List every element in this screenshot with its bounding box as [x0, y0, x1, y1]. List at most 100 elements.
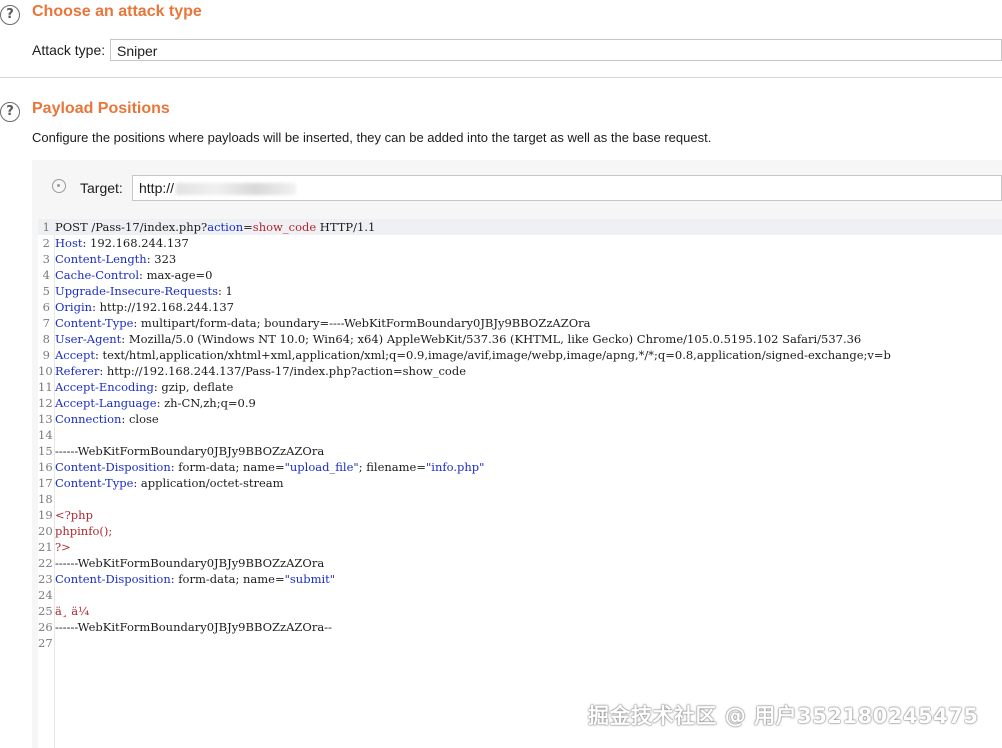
- request-line[interactable]: 18: [38, 491, 1002, 507]
- line-number: 13: [38, 412, 53, 426]
- request-token: Referer: [55, 364, 100, 378]
- request-line[interactable]: 9 Accept: text/html,application/xhtml+xml…: [38, 347, 1002, 363]
- request-line[interactable]: 21 ?>: [38, 539, 1002, 555]
- request-line[interactable]: 7 Content-Type: multipart/form-data; boun…: [38, 315, 1002, 331]
- request-line[interactable]: 13 Connection: close: [38, 411, 1002, 427]
- request-line[interactable]: 27: [38, 635, 1002, 651]
- request-token: "submit": [284, 572, 336, 586]
- request-line[interactable]: 19 <?php: [38, 507, 1002, 523]
- line-number: 27: [38, 636, 53, 650]
- request-editor[interactable]: 1 POST /Pass-17/index.php?action=show_cod…: [38, 219, 1002, 748]
- request-line[interactable]: 23 Content-Disposition: form-data; name="…: [38, 571, 1002, 587]
- request-line[interactable]: 6 Origin: http://192.168.244.137: [38, 299, 1002, 315]
- line-number: 8: [42, 332, 50, 346]
- request-token: : http://192.168.244.137/Pass-17/index.p…: [99, 364, 467, 378]
- request-token: : max-age=0: [139, 268, 213, 282]
- request-token: Content-Disposition: [55, 572, 171, 586]
- line-number: 1: [42, 220, 50, 234]
- line-number: 21: [38, 540, 53, 554]
- request-token: ------WebKitFormBoundary0JBJy9BBOZzAZOra: [55, 556, 325, 570]
- line-number: 6: [42, 300, 50, 314]
- target-label: Target:: [80, 180, 123, 196]
- request-line[interactable]: 20 phpinfo();: [38, 523, 1002, 539]
- request-line[interactable]: 26 ------WebKitFormBoundary0JBJy9BBOZzAZO…: [38, 619, 1002, 635]
- line-number: 14: [38, 428, 53, 442]
- request-token: : http://192.168.244.137: [92, 300, 234, 314]
- line-number: 11: [38, 380, 53, 394]
- request-token: Connection: [55, 412, 122, 426]
- request-token: =: [243, 220, 253, 234]
- request-token: ä¸ ä¼: [55, 604, 93, 618]
- request-token: Cache-Control: [55, 268, 140, 282]
- line-number: 18: [38, 492, 53, 506]
- line-number: 16: [38, 460, 53, 474]
- request-token: ------WebKitFormBoundary0JBJy9BBOZzAZOra: [55, 444, 325, 458]
- line-number: 22: [38, 556, 53, 570]
- request-line[interactable]: 5 Upgrade-Insecure-Requests: 1: [38, 283, 1002, 299]
- payload-positions-title: Payload Positions: [32, 100, 170, 117]
- request-token: Content-Disposition: [55, 460, 171, 474]
- request-token: show_code: [252, 220, 317, 234]
- request-line[interactable]: 4 Cache-Control: max-age=0: [38, 267, 1002, 283]
- target-input[interactable]: http://: [132, 175, 1002, 201]
- line-number: 17: [38, 476, 53, 490]
- request-token: : 192.168.244.137: [82, 236, 189, 250]
- watermark: 掘金技术社区 @ 用户352180245475: [588, 704, 979, 728]
- request-line[interactable]: 12 Accept-Language: zh-CN,zh;q=0.9: [38, 395, 1002, 411]
- line-number: 10: [38, 364, 53, 378]
- request-token: User-Agent: [55, 332, 122, 346]
- request-token: ?>: [55, 540, 71, 554]
- request-token: : multipart/form-data; boundary=----WebK…: [133, 316, 591, 330]
- request-token: Accept-Language: [55, 396, 157, 410]
- line-number: 23: [38, 572, 53, 586]
- request-line[interactable]: 8 User-Agent: Mozilla/5.0 (Windows NT 10.…: [38, 331, 1002, 347]
- line-number: 19: [38, 508, 53, 522]
- request-token: Accept: [55, 348, 95, 362]
- request-line[interactable]: 3 Content-Length: 323: [38, 251, 1002, 267]
- request-token: ; filename=: [358, 460, 426, 474]
- request-line[interactable]: 15 ------WebKitFormBoundary0JBJy9BBOZzAZO…: [38, 443, 1002, 459]
- request-line[interactable]: 2 Host: 192.168.244.137: [38, 235, 1002, 251]
- request-token: Upgrade-Insecure-Requests: [55, 284, 218, 298]
- line-number: 5: [42, 284, 50, 298]
- request-line[interactable]: 25 ä¸ ä¼: [38, 603, 1002, 619]
- target-value: http://: [139, 180, 175, 196]
- request-line[interactable]: 14: [38, 427, 1002, 443]
- request-line[interactable]: 16 Content-Disposition: form-data; name="…: [38, 459, 1002, 475]
- payload-positions-description: Configure the positions where payloads w…: [32, 130, 712, 145]
- request-token: "upload_file": [284, 460, 359, 474]
- request-token: : 323: [146, 252, 177, 266]
- request-token: : gzip, deflate: [153, 380, 234, 394]
- request-token: Content-Type: [55, 316, 134, 330]
- section-divider: [0, 77, 1002, 78]
- redacted-host: [176, 183, 297, 196]
- request-line[interactable]: 24: [38, 587, 1002, 603]
- request-line[interactable]: 1 POST /Pass-17/index.php?action=show_cod…: [38, 219, 1002, 235]
- line-number: 4: [42, 268, 50, 282]
- attack-type-label: Attack type:: [32, 42, 106, 58]
- line-number: 12: [38, 396, 53, 410]
- request-line[interactable]: 10 Referer: http://192.168.244.137/Pass-1…: [38, 363, 1002, 379]
- request-token: Content-Type: [55, 476, 134, 490]
- request-token: : text/html,application/xhtml+xml,applic…: [94, 348, 891, 362]
- request-token: : zh-CN,zh;q=0.9: [156, 396, 256, 410]
- request-token: "info.php": [425, 460, 485, 474]
- help-icon[interactable]: ?: [0, 5, 20, 25]
- attack-type-select[interactable]: Sniper: [110, 39, 1002, 61]
- line-number: 7: [42, 316, 50, 330]
- request-token: : form-data; name=: [170, 460, 285, 474]
- request-token: action: [207, 220, 244, 234]
- help-icon[interactable]: ?: [0, 102, 20, 122]
- request-token: phpinfo();: [55, 524, 113, 538]
- request-token: : application/octet-stream: [133, 476, 284, 490]
- target-crosshair-icon: [52, 179, 66, 193]
- request-token: HTTP/1.1: [316, 220, 376, 234]
- request-token: : form-data; name=: [170, 572, 285, 586]
- request-line[interactable]: 17 Content-Type: application/octet-stream: [38, 475, 1002, 491]
- line-number: 2: [42, 236, 50, 250]
- request-token: : close: [121, 412, 159, 426]
- line-number: 20: [38, 524, 53, 538]
- request-token: : 1: [217, 284, 233, 298]
- request-line[interactable]: 22 ------WebKitFormBoundary0JBJy9BBOZzAZO…: [38, 555, 1002, 571]
- request-line[interactable]: 11 Accept-Encoding: gzip, deflate: [38, 379, 1002, 395]
